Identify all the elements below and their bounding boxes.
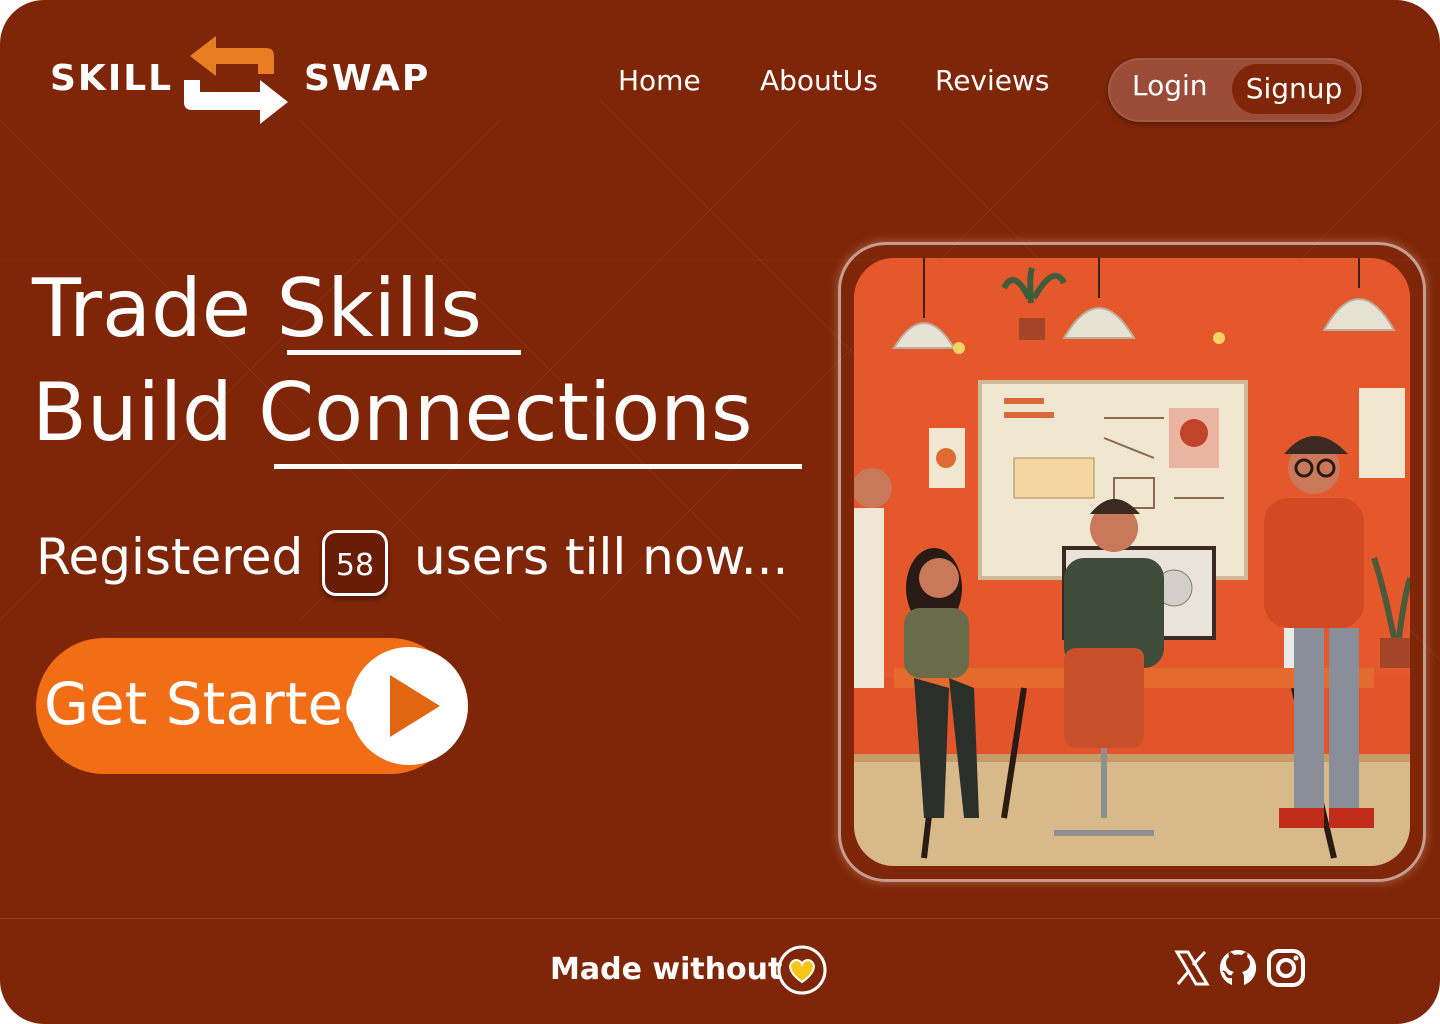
hero-line-2-text: Build — [32, 366, 259, 459]
hero-underline-skills — [287, 350, 521, 355]
github-icon[interactable] — [1218, 948, 1258, 988]
user-count-badge: 58 — [322, 530, 388, 596]
instagram-icon[interactable] — [1266, 948, 1306, 988]
hero-line-1-text: Trade — [32, 262, 277, 355]
nav-about-us[interactable]: AboutUs — [760, 64, 878, 97]
registered-prefix: Registered — [36, 528, 304, 586]
hero-line-2: Build Connections — [32, 366, 753, 459]
get-started-label: Get Started — [44, 670, 380, 738]
play-icon — [350, 647, 468, 765]
auth-toggle: Login Signup — [1108, 58, 1362, 122]
landing-page: SKILL SWAP Home AboutUs Reviews Login Si… — [0, 0, 1440, 1024]
logo-text-swap: SWAP — [304, 58, 431, 99]
logo[interactable]: SKILL SWAP — [50, 30, 450, 130]
footer-divider — [0, 918, 1440, 919]
hero-keyword-connections: Connections — [258, 366, 753, 459]
login-button[interactable]: Login — [1132, 69, 1208, 102]
team-illustration — [854, 258, 1410, 866]
nav-reviews[interactable]: Reviews — [935, 64, 1050, 97]
made-without-text: Made without — [550, 952, 783, 987]
x-icon[interactable] — [1174, 948, 1210, 988]
registered-suffix: users till now... — [414, 528, 789, 586]
hero-underline-connections — [274, 464, 802, 469]
nav-home[interactable]: Home — [618, 64, 701, 97]
heart-icon — [777, 945, 827, 995]
hero-keyword-skills: Skills — [276, 262, 482, 355]
hero-line-1: Trade Skills — [32, 262, 482, 355]
swap-arrows-icon — [184, 36, 288, 124]
signup-button[interactable]: Signup — [1232, 64, 1356, 114]
logo-text-skill: SKILL — [50, 58, 174, 99]
get-started-button[interactable]: Get Started — [36, 638, 468, 774]
